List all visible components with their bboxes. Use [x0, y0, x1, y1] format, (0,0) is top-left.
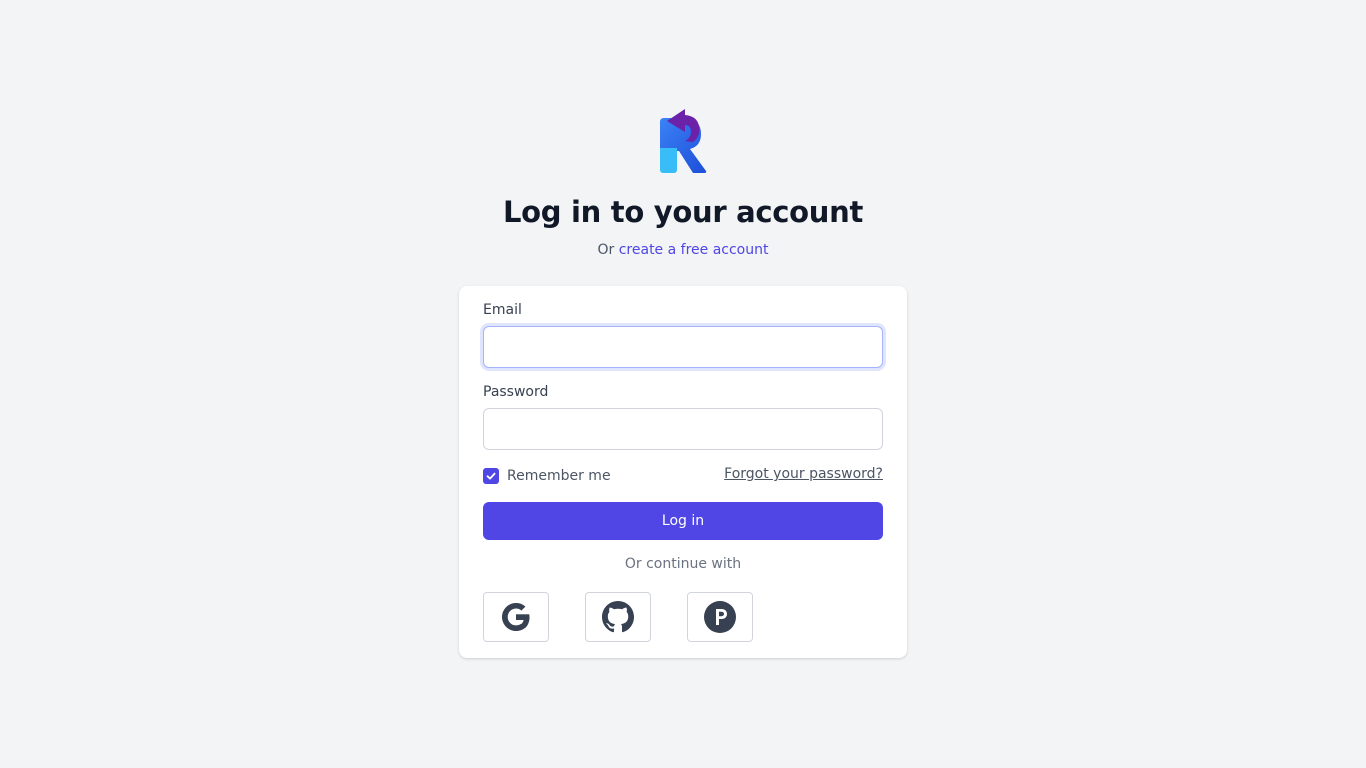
remember-me-row: Remember me: [483, 468, 611, 484]
github-icon: [602, 601, 634, 633]
p-icon: [704, 601, 736, 633]
email-field[interactable]: [483, 326, 883, 368]
subtitle-prefix: Or: [597, 242, 615, 258]
checkmark-icon: [486, 472, 496, 480]
github-login-button[interactable]: [585, 592, 651, 642]
forgot-password-link[interactable]: Forgot your password?: [724, 466, 883, 482]
app-logo-icon: [657, 108, 709, 176]
create-account-link[interactable]: create a free account: [619, 242, 769, 258]
google-icon: [502, 603, 530, 631]
login-card: Email Password Remember me Forgot your p…: [459, 286, 907, 658]
email-label: Email: [483, 302, 522, 318]
subtitle: Or create a free account: [0, 242, 1366, 258]
remember-me-checkbox[interactable]: [483, 468, 499, 484]
login-button[interactable]: Log in: [483, 502, 883, 540]
remember-me-label[interactable]: Remember me: [507, 468, 611, 484]
page-title: Log in to your account: [502, 195, 864, 229]
login-page: Log in to your account Or create a free …: [0, 0, 1366, 768]
continue-with-text: Or continue with: [624, 556, 742, 572]
p-login-button[interactable]: [687, 592, 753, 642]
password-label: Password: [483, 384, 549, 400]
google-login-button[interactable]: [483, 592, 549, 642]
password-field[interactable]: [483, 408, 883, 450]
